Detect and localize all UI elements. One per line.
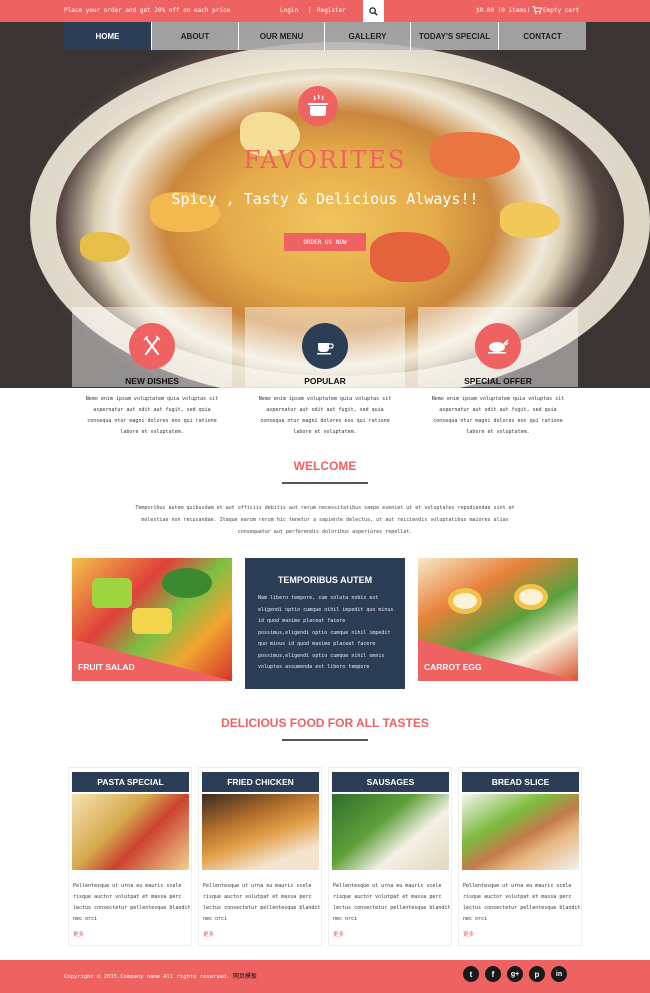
card-title[interactable]: BREAD SLICE bbox=[462, 772, 579, 792]
feature-icon-circle bbox=[129, 323, 175, 369]
nav-item-todays-special[interactable]: TODAY'S SPECIAL bbox=[411, 22, 499, 50]
card-image[interactable] bbox=[72, 794, 189, 870]
separator: | bbox=[308, 7, 312, 14]
food-photo bbox=[514, 584, 548, 610]
main-nav: HOME ABOUT OUR MENU GALLERY TODAY'S SPEC… bbox=[64, 22, 586, 50]
promo-text: Place your order and get 20% off on each… bbox=[64, 7, 231, 14]
panel-title: TEMPORIBUS AUTEM bbox=[277, 575, 373, 585]
menu-card-bread-slice: BREAD SLICE Pellentesque ut urna eu maur… bbox=[458, 767, 582, 946]
order-now-button[interactable]: ORDER US NOW bbox=[284, 233, 366, 251]
login-link[interactable]: Login bbox=[280, 7, 298, 14]
feature-title: POPULAR bbox=[304, 376, 346, 386]
menu-card-sausages: SAUSAGES Pellentesque ut urna eu mauris … bbox=[328, 767, 452, 946]
hero-title: FAVORITES bbox=[243, 146, 407, 174]
gallery-info-panel: TEMPORIBUS AUTEM Nam libero tempore, cum… bbox=[245, 558, 405, 689]
card-title[interactable]: FRIED CHICKEN bbox=[202, 772, 319, 792]
googleplus-icon[interactable]: g+ bbox=[507, 966, 523, 982]
feature-new-dishes: NEW DISHES Nemo enim ipsam voluptatem qu… bbox=[72, 307, 232, 447]
hero-tagline: Spicy , Tasty & Delicious Always!! bbox=[171, 190, 479, 208]
register-link[interactable]: Register bbox=[317, 7, 346, 14]
gallery-carrot-egg[interactable]: CARROT EGG bbox=[418, 558, 578, 681]
feature-text: Nemo enim ipsam voluptatem quia voluptas… bbox=[85, 396, 219, 435]
cart-total[interactable]: $0.00 (0 items) bbox=[476, 7, 530, 14]
roast-chicken-icon bbox=[488, 339, 509, 354]
read-more-link[interactable]: 更多 bbox=[333, 930, 344, 938]
twitter-icon[interactable]: t bbox=[463, 966, 479, 982]
food-photo bbox=[162, 568, 212, 598]
copyright: Copyright © 2015.Company name All rights… bbox=[64, 971, 257, 980]
nav-item-about[interactable]: ABOUT bbox=[152, 22, 239, 50]
feature-text: Nemo enim ipsam voluptatem quia voluptas… bbox=[431, 396, 565, 435]
coffee-cup-icon bbox=[317, 343, 334, 355]
fork-knife-icon bbox=[143, 335, 161, 356]
cart-icon[interactable] bbox=[532, 5, 542, 15]
feature-text: Nemo enim ipsam voluptatem quia voluptas… bbox=[258, 396, 392, 435]
menu-title: DELICIOUS FOOD FOR ALL TASTES bbox=[221, 716, 429, 730]
read-more-link[interactable]: 更多 bbox=[203, 930, 214, 938]
feature-icon-circle bbox=[475, 323, 521, 369]
nav-item-gallery[interactable]: GALLERY bbox=[325, 22, 411, 50]
footer: Copyright © 2015.Company name All rights… bbox=[0, 960, 650, 993]
search-button[interactable] bbox=[363, 0, 384, 22]
card-text: Pellentesque ut urna eu mauris scele ris… bbox=[463, 883, 581, 922]
card-image[interactable] bbox=[462, 794, 579, 870]
feature-title: SPECIAL OFFER bbox=[464, 376, 532, 386]
welcome-divider bbox=[282, 482, 368, 484]
nav-item-our-menu[interactable]: OUR MENU bbox=[239, 22, 325, 50]
feature-title: NEW DISHES bbox=[125, 376, 179, 386]
gallery-fruit-salad[interactable]: FRUIT SALAD bbox=[72, 558, 232, 681]
tile-label: FRUIT SALAD bbox=[78, 662, 135, 672]
food-photo bbox=[448, 588, 482, 614]
card-image[interactable] bbox=[332, 794, 449, 870]
cooking-pot-icon bbox=[308, 94, 328, 116]
card-text: Pellentesque ut urna eu mauris scele ris… bbox=[333, 883, 451, 922]
copyright-text: Copyright © 2015.Company name All rights… bbox=[64, 974, 230, 980]
food-photo bbox=[132, 608, 172, 634]
read-more-link[interactable]: 更多 bbox=[463, 930, 474, 938]
menu-card-fried-chicken: FRIED CHICKEN Pellentesque ut urna eu ma… bbox=[198, 767, 322, 946]
feature-popular: POPULAR Nemo enim ipsam voluptatem quia … bbox=[245, 307, 405, 447]
search-icon bbox=[369, 6, 378, 16]
feature-special-offer: SPECIAL OFFER Nemo enim ipsam voluptatem… bbox=[418, 307, 578, 447]
nav-item-contact[interactable]: CONTACT bbox=[499, 22, 586, 50]
template-link[interactable]: 网页模板 bbox=[233, 973, 257, 980]
pinterest-icon[interactable]: p bbox=[529, 966, 545, 982]
card-title[interactable]: PASTA SPECIAL bbox=[72, 772, 189, 792]
card-title[interactable]: SAUSAGES bbox=[332, 772, 449, 792]
menu-divider bbox=[282, 739, 368, 741]
menu-card-pasta: PASTA SPECIAL Pellentesque ut urna eu ma… bbox=[68, 767, 192, 946]
facebook-icon[interactable]: f bbox=[485, 966, 501, 982]
tile-diagonal bbox=[418, 639, 578, 681]
welcome-text: Temporibus autem quibusdam et aut offici… bbox=[135, 505, 515, 535]
card-image[interactable] bbox=[202, 794, 319, 870]
read-more-link[interactable]: 更多 bbox=[73, 930, 84, 938]
card-text: Pellentesque ut urna eu mauris scele ris… bbox=[73, 883, 191, 922]
feature-icon-circle bbox=[302, 323, 348, 369]
nav-item-home[interactable]: HOME bbox=[64, 22, 152, 50]
food-photo bbox=[92, 578, 132, 608]
welcome-title: WELCOME bbox=[293, 459, 357, 473]
top-bar: Place your order and get 20% off on each… bbox=[0, 0, 650, 22]
hero-badge bbox=[298, 86, 338, 126]
cart-label[interactable]: Empty cart bbox=[543, 7, 579, 14]
card-text: Pellentesque ut urna eu mauris scele ris… bbox=[203, 883, 321, 922]
linkedin-icon[interactable]: in bbox=[551, 966, 567, 982]
tile-label: CARROT EGG bbox=[424, 662, 482, 672]
panel-text: Nam libero tempore, cum soluta nobis est… bbox=[258, 595, 394, 670]
